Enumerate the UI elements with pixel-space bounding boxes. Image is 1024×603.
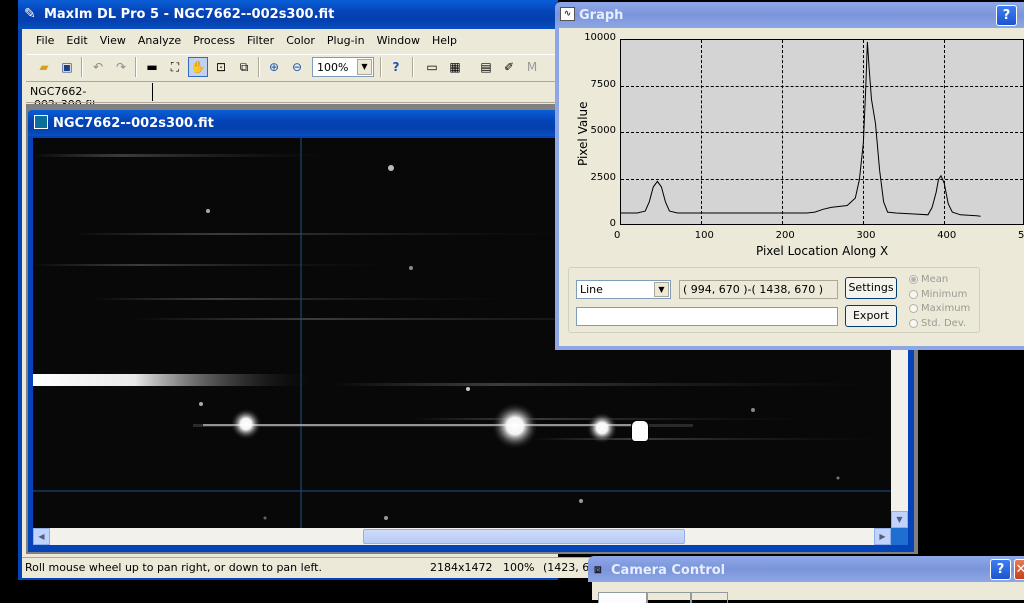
status-image-size: 2184x1472 xyxy=(430,561,493,574)
menu-edit[interactable]: Edit xyxy=(60,31,93,51)
y-tick-label: 10000 xyxy=(584,32,616,43)
radio-std-dev[interactable]: Std. Dev. xyxy=(909,318,966,329)
size-grip[interactable] xyxy=(891,528,908,545)
zoom-in-icon[interactable]: ⊕ xyxy=(264,57,284,77)
profile-line xyxy=(621,41,981,217)
status-hint: Roll mouse wheel up to pan right, or dow… xyxy=(25,561,322,574)
menu-file[interactable]: File xyxy=(30,31,60,51)
y-tick-label: 0 xyxy=(609,218,616,229)
chevron-down-icon: ▼ xyxy=(357,59,372,75)
mode-select[interactable]: Line ▼ xyxy=(576,280,671,299)
menu-plugin[interactable]: Plug-in xyxy=(321,31,371,51)
zoom-out-icon[interactable]: ⊖ xyxy=(287,57,307,77)
pan-tool-icon[interactable]: ✋ xyxy=(188,57,208,77)
x-tick-label: 200 xyxy=(775,230,795,241)
profile-series-0 xyxy=(621,41,981,217)
zoom-value: 100% xyxy=(317,61,349,74)
graph-ylabel: Pixel Value xyxy=(576,101,590,166)
camera-client xyxy=(592,582,1024,603)
x-tick-label: 0 xyxy=(614,230,621,241)
menu-bar: File Edit View Analyze Process Filter Color Plu… xyxy=(30,31,463,51)
menu-view[interactable]: View xyxy=(94,31,132,51)
camera-close-icon[interactable]: ✕ xyxy=(1014,559,1024,580)
radio-mean[interactable]: Mean xyxy=(909,274,948,285)
y-tick-label: 5000 xyxy=(590,125,616,136)
camera-icon: ⧈ xyxy=(594,562,602,576)
undo-icon[interactable]: ↶ xyxy=(88,57,108,77)
line-coords-field[interactable]: ( 994, 670 )-( 1438, 670 ) xyxy=(679,280,838,299)
export-button[interactable]: Export xyxy=(845,305,897,327)
camera-title-bar[interactable]: ⧈ Camera Control ? ✕ xyxy=(588,556,1024,582)
main-window-title: MaxIm DL Pro 5 - NGC7662--002s300.fit xyxy=(44,7,335,22)
x-tick-label: 500 xyxy=(1018,230,1024,241)
camera-tab-2[interactable] xyxy=(646,592,692,603)
open-folder-icon[interactable]: ▰ xyxy=(34,57,54,77)
context-help-icon[interactable]: ? xyxy=(386,57,406,77)
graph-text-input[interactable] xyxy=(576,307,838,326)
camera-tab-3[interactable] xyxy=(690,592,728,603)
measure-icon[interactable]: ✐ xyxy=(499,57,519,77)
line-coords-value: ( 994, 670 )-( 1438, 670 ) xyxy=(683,283,824,296)
menu-filter[interactable]: Filter xyxy=(241,31,280,51)
x-tick-label: 100 xyxy=(694,230,714,241)
tile-icon[interactable]: ▦ xyxy=(445,57,465,77)
graph-title-bar[interactable]: ∿ Graph ? xyxy=(555,2,1024,28)
scroll-left-icon[interactable]: ◀ xyxy=(33,528,50,545)
horizontal-scrollbar[interactable]: ◀ ▶ xyxy=(33,528,891,545)
marker-icon[interactable]: M xyxy=(522,57,542,77)
scroll-thumb[interactable] xyxy=(363,529,685,544)
mode-value: Line xyxy=(580,283,603,296)
scroll-down-icon[interactable]: ▼ xyxy=(891,511,908,528)
menu-process[interactable]: Process xyxy=(187,31,241,51)
hand-cursor-icon xyxy=(631,420,649,442)
image-icon[interactable]: ▬ xyxy=(142,57,162,77)
document-tab[interactable]: NGC7662--002s300.fit xyxy=(26,83,153,111)
copy-icon[interactable]: ▤ xyxy=(476,57,496,77)
camera-help-icon[interactable]: ? xyxy=(990,559,1011,580)
radio-maximum[interactable]: Maximum xyxy=(909,303,970,314)
menu-analyze[interactable]: Analyze xyxy=(132,31,187,51)
lock-icon[interactable]: ⊡ xyxy=(211,57,231,77)
menu-window[interactable]: Window xyxy=(371,31,426,51)
x-tick-label: 400 xyxy=(937,230,957,241)
y-tick-label: 7500 xyxy=(590,78,616,90)
status-bar: Roll mouse wheel up to pan right, or dow… xyxy=(22,557,598,578)
y-tick-label: 2500 xyxy=(590,171,616,183)
zoom-select[interactable]: 100% ▼ xyxy=(312,57,374,77)
menu-help[interactable]: Help xyxy=(426,31,463,51)
menu-color[interactable]: Color xyxy=(280,31,321,51)
image-window-title: NGC7662--002s300.fit xyxy=(53,116,214,131)
radio-minimum[interactable]: Minimum xyxy=(909,289,967,300)
status-zoom: 100% xyxy=(503,561,535,574)
graph-window-title: Graph xyxy=(579,8,624,23)
redo-icon[interactable]: ↷ xyxy=(111,57,131,77)
settings-button[interactable]: Settings xyxy=(845,277,897,299)
camera-tab-1[interactable] xyxy=(598,592,648,603)
image-doc-icon xyxy=(34,115,48,129)
graph-xlabel: Pixel Location Along X xyxy=(756,244,889,258)
save-icon[interactable]: ▣ xyxy=(57,57,77,77)
graph-plot-area xyxy=(620,39,1024,225)
fit-screen-icon[interactable]: ⛶ xyxy=(165,57,185,77)
graph-app-icon: ∿ xyxy=(560,7,575,21)
x-tick-label: 300 xyxy=(856,230,876,241)
main-title-bar[interactable]: ✎ MaxIm DL Pro 5 - NGC7662--002s300.fit xyxy=(18,0,558,29)
camera-window-title: Camera Control xyxy=(611,563,726,578)
info-window-icon[interactable]: ▭ xyxy=(422,57,442,77)
graph-help-icon[interactable]: ? xyxy=(996,5,1017,26)
properties-icon[interactable]: ⧉ xyxy=(234,57,254,77)
maxim-app-icon: ✎ xyxy=(24,6,36,22)
scroll-right-icon[interactable]: ▶ xyxy=(874,528,891,545)
chevron-down-icon: ▼ xyxy=(654,282,669,297)
